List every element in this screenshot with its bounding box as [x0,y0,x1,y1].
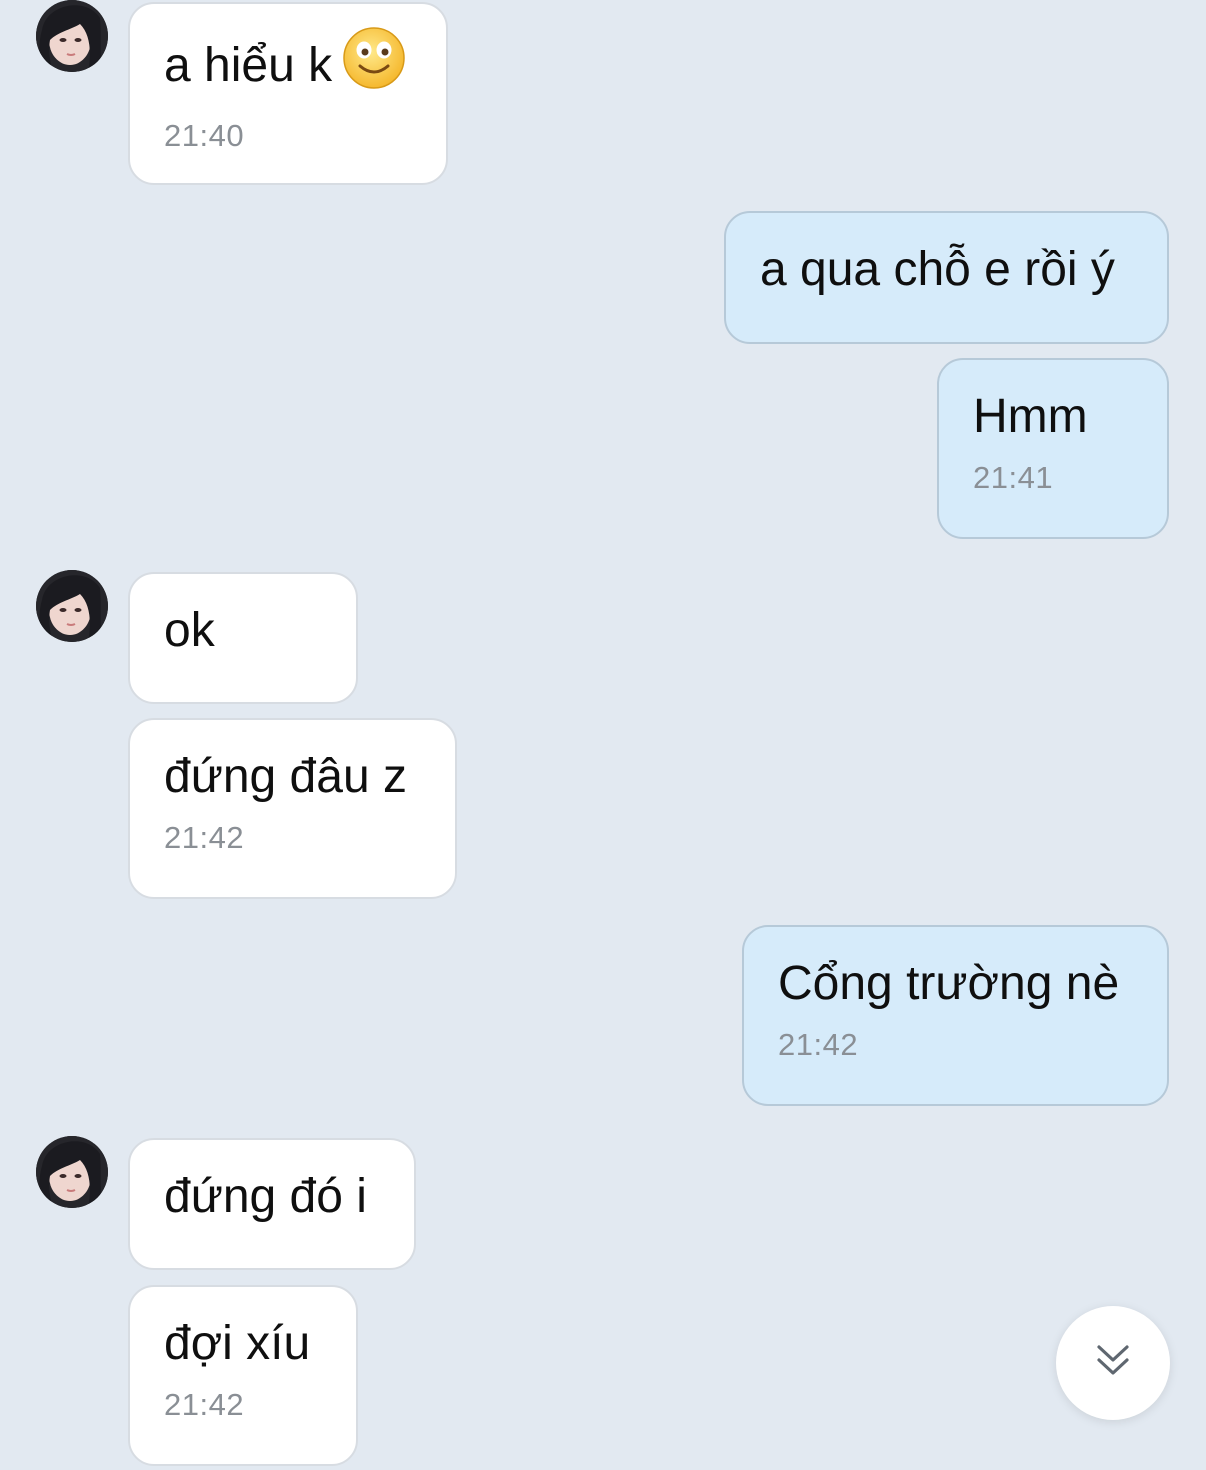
message-bubble-incoming[interactable]: đứng đó i [128,1138,416,1270]
message-bubble-incoming[interactable]: a hiểu k 21:40 [128,2,448,185]
message-bubble-incoming[interactable]: đứng đâu z 21:42 [128,718,457,899]
chat-area: a hiểu k 21:40 a qua chỗ e rồi ý Hmm 21:… [0,0,1206,1470]
message-timestamp: 21:42 [164,1387,245,1423]
contact-avatar[interactable] [36,1136,108,1208]
message-text: đứng đó i [164,1170,367,1223]
message-bubble-outgoing[interactable]: Hmm 21:41 [937,358,1169,539]
scroll-to-bottom-button[interactable] [1056,1306,1170,1420]
message-timestamp: 21:41 [973,460,1054,496]
message-timestamp: 21:40 [164,118,245,154]
message-text: a qua chỗ e rồi ý [760,243,1115,296]
message-bubble-outgoing[interactable]: Cổng trường nè 21:42 [742,925,1169,1106]
message-text: Hmm [973,390,1088,443]
message-text: ok [164,604,215,657]
message-text: Cổng trường nè [778,957,1120,1010]
double-chevron-down-icon [1093,1341,1133,1386]
message-bubble-incoming[interactable]: đợi xíu 21:42 [128,1285,358,1466]
message-text: đứng đâu z [164,750,407,803]
message-bubble-incoming[interactable]: ok [128,572,358,704]
contact-avatar[interactable] [36,570,108,642]
message-timestamp: 21:42 [778,1027,859,1063]
message-timestamp: 21:42 [164,820,245,856]
message-text: đợi xíu [164,1317,311,1370]
message-bubble-outgoing[interactable]: a qua chỗ e rồi ý [724,211,1169,344]
smiling-face-icon [342,26,406,100]
message-text: a hiểu k [164,27,412,100]
contact-avatar[interactable] [36,0,108,72]
